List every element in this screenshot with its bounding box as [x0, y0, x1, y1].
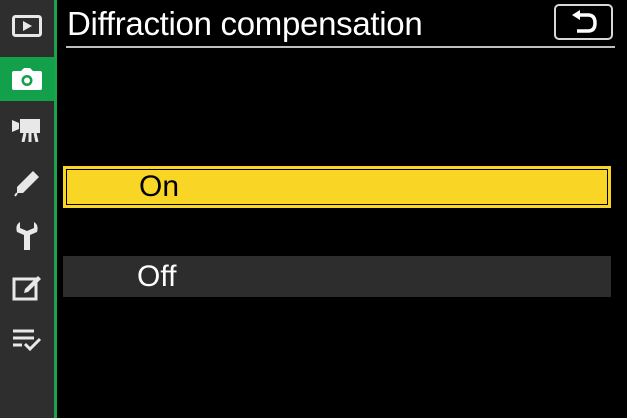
option-off[interactable]: Off: [63, 256, 611, 297]
camera-icon: [12, 68, 42, 90]
camera-menu-screen: Diffraction compensation On Off: [0, 0, 627, 418]
back-button[interactable]: [554, 4, 613, 40]
page-title: Diffraction compensation: [67, 5, 423, 42]
header-divider: [66, 46, 615, 48]
sidebar-item-my-menu[interactable]: [0, 318, 54, 362]
sidebar-item-movie-shooting[interactable]: [0, 107, 54, 151]
sidebar-item-retouch[interactable]: [0, 266, 54, 310]
menu-sidebar: [0, 0, 54, 418]
movie-camera-icon: [12, 119, 40, 142]
sidebar-item-playback[interactable]: [0, 4, 54, 48]
option-on[interactable]: On: [63, 166, 611, 208]
sidebar-item-photo-shooting[interactable]: [0, 57, 54, 101]
return-arrow-icon: [571, 10, 597, 33]
sidebar-item-setup[interactable]: [0, 214, 54, 258]
playback-icon: [12, 15, 42, 37]
wrench-icon: [16, 222, 38, 250]
my-menu-icon: [13, 329, 42, 352]
retouch-icon: [12, 276, 41, 301]
pencil-icon: [14, 171, 39, 197]
menu-header: Diffraction compensation: [57, 0, 627, 48]
sidebar-divider: [54, 0, 57, 418]
sidebar-item-custom-settings[interactable]: [0, 161, 54, 205]
